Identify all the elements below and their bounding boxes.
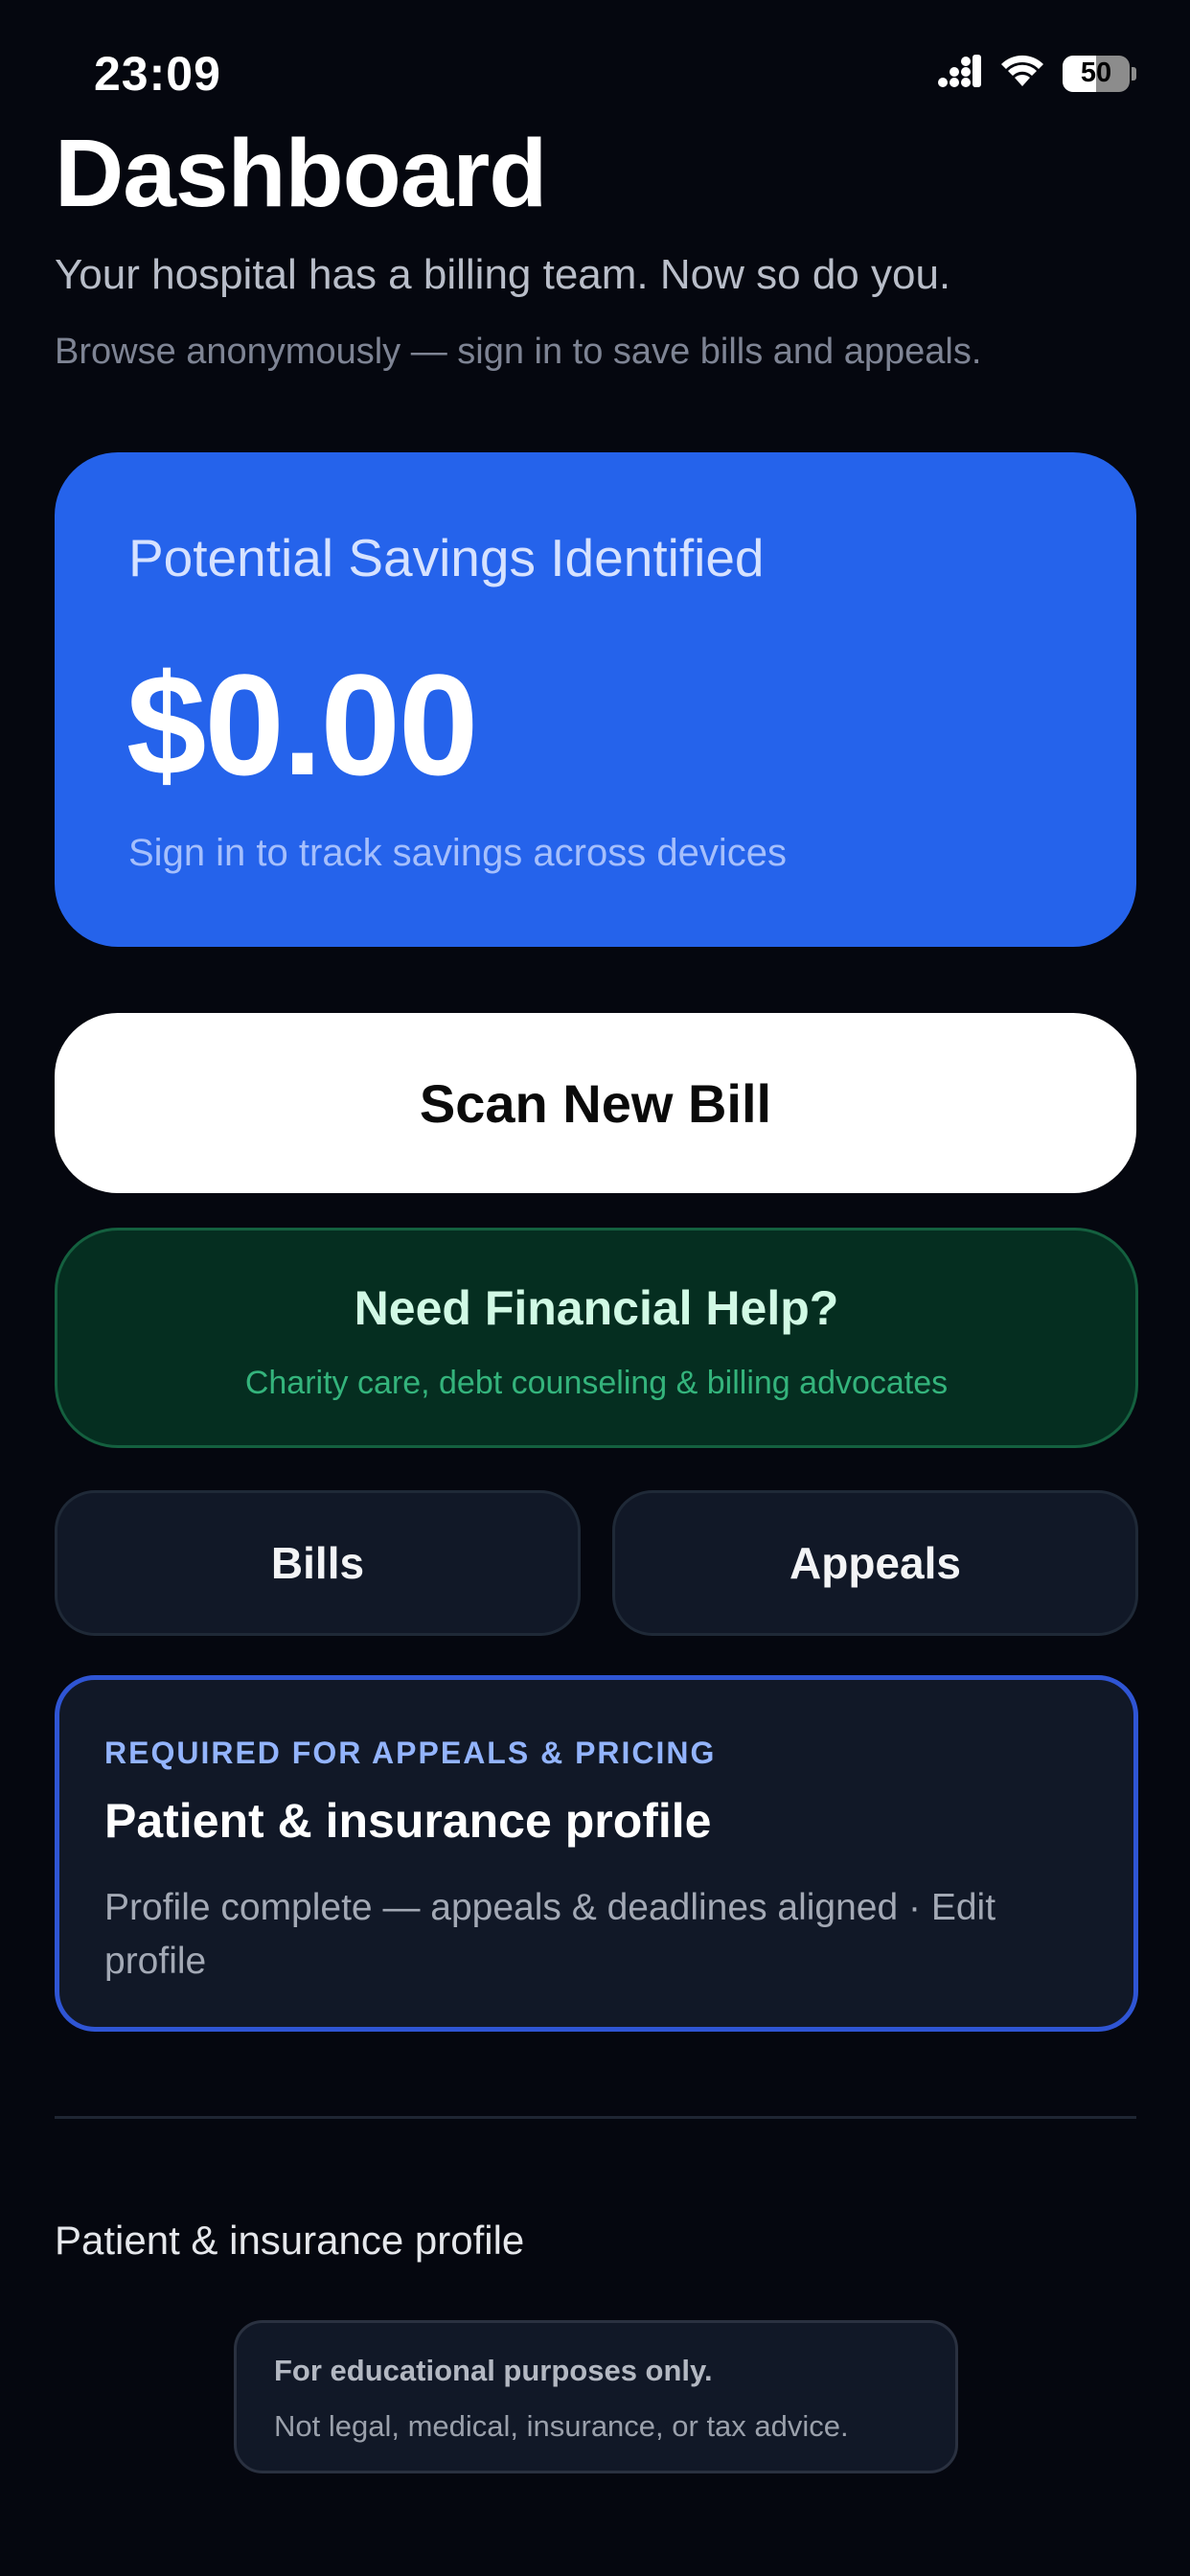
profile-card[interactable]: REQUIRED FOR APPEALS & PRICING Patient &… [55, 1675, 1138, 2032]
financial-help-card[interactable]: Need Financial Help? Charity care, debt … [55, 1228, 1138, 1448]
appeals-button[interactable]: Appeals [612, 1490, 1138, 1636]
divider [55, 2116, 1136, 2119]
bills-button[interactable]: Bills [55, 1490, 581, 1636]
savings-amount: $0.00 [126, 644, 478, 805]
battery-tip [1132, 66, 1136, 80]
profile-title: Patient & insurance profile [104, 1794, 712, 1848]
wifi-icon [999, 54, 1045, 93]
profile-description: Profile complete — appeals & deadlines a… [104, 1887, 996, 1982]
profile-kicker: REQUIRED FOR APPEALS & PRICING [104, 1736, 717, 1770]
battery-icon: 50 [1063, 55, 1130, 92]
status-icons: 50 [938, 54, 1136, 93]
savings-card: Potential Savings Identified $0.00 Sign … [55, 452, 1136, 947]
profile-link[interactable]: Patient & insurance profile [55, 2218, 524, 2264]
financial-help-title: Need Financial Help? [354, 1281, 839, 1335]
savings-note: Sign in to track savings across devices [128, 832, 787, 874]
page-title: Dashboard [55, 120, 547, 227]
disclaimer-box: For educational purposes only. Not legal… [234, 2320, 958, 2473]
financial-help-subtitle: Charity care, debt counseling & billing … [244, 1365, 949, 1401]
status-time: 23:09 [94, 47, 221, 101]
anonymous-note: Browse anonymously — sign in to save bil… [55, 332, 982, 372]
cellular-signal-icon [938, 55, 982, 92]
disclaimer-body: Not legal, medical, insurance, or tax ad… [274, 2409, 849, 2443]
disclaimer-title: For educational purposes only. [274, 2354, 713, 2387]
page-subtitle: Your hospital has a billing team. Now so… [55, 251, 951, 298]
battery-level-text: 50 [1080, 58, 1112, 88]
savings-label: Potential Savings Identified [128, 528, 765, 587]
scan-new-bill-button[interactable]: Scan New Bill [55, 1013, 1136, 1193]
